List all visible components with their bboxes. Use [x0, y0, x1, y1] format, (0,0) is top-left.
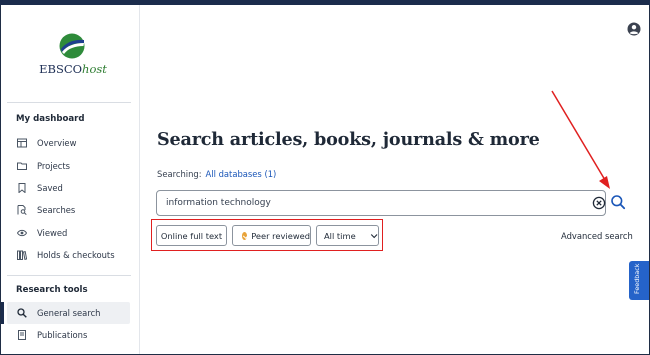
books-icon	[17, 250, 27, 260]
ebscohost-logo[interactable]: EBSCOhost	[37, 33, 107, 81]
page-title: Search articles, books, journals & more	[157, 129, 540, 150]
searching-line: Searching: All databases (1)	[157, 169, 276, 179]
sidebar-item-label: Holds & checkouts	[37, 250, 115, 260]
sidebar-item-label: Publications	[37, 330, 88, 340]
sidebar-item-label: Projects	[37, 161, 71, 171]
sidebar-item-label: Searches	[37, 205, 76, 215]
globe-logo-icon	[59, 33, 85, 59]
sidebar-divider	[7, 275, 131, 276]
account-avatar-icon[interactable]	[627, 22, 641, 36]
feedback-tab[interactable]: Feedback	[629, 261, 649, 300]
sidebar-item-label: General search	[37, 308, 101, 318]
clear-search-icon[interactable]	[592, 196, 606, 210]
searching-label: Searching:	[157, 169, 202, 179]
logo-text: EBSCOhost	[39, 62, 107, 76]
dashboard-heading: My dashboard	[16, 114, 85, 124]
searches-icon	[17, 205, 27, 215]
sidebar-item-label: Saved	[37, 183, 63, 193]
publications-icon	[17, 330, 27, 340]
sidebar-item-label: Viewed	[37, 228, 68, 238]
sidebar-divider	[7, 102, 131, 103]
database-selector-link[interactable]: All databases (1)	[206, 169, 277, 179]
sidebar-item-label: Overview	[37, 138, 77, 148]
overview-icon	[17, 138, 27, 148]
projects-icon	[17, 161, 27, 171]
eye-icon	[17, 228, 27, 238]
sidebar-item-holds-checkouts[interactable]: Holds & checkouts	[7, 244, 130, 266]
sidebar-item-publications[interactable]: Publications	[7, 324, 130, 346]
sidebar-item-saved[interactable]: Saved	[7, 177, 130, 199]
sidebar-item-overview[interactable]: Overview	[7, 132, 130, 154]
active-indicator	[1, 302, 4, 324]
sidebar-item-general-search[interactable]: General search	[7, 302, 130, 324]
filters-highlight-box	[151, 219, 383, 251]
search-input-value[interactable]: information technology	[166, 198, 271, 208]
search-icon	[17, 308, 27, 318]
bookmark-icon	[17, 183, 27, 193]
feedback-label: Feedback	[633, 263, 641, 294]
search-submit-icon[interactable]	[610, 194, 626, 210]
sidebar-item-viewed[interactable]: Viewed	[7, 222, 130, 244]
sidebar-item-projects[interactable]: Projects	[7, 155, 130, 177]
sidebar-item-searches[interactable]: Searches	[7, 199, 130, 221]
research-tools-heading: Research tools	[16, 285, 88, 295]
advanced-search-link[interactable]: Advanced search	[561, 231, 633, 241]
search-input[interactable]: information technology	[156, 190, 606, 216]
sidebar: EBSCOhost My dashboard Overview Projects…	[1, 5, 140, 354]
